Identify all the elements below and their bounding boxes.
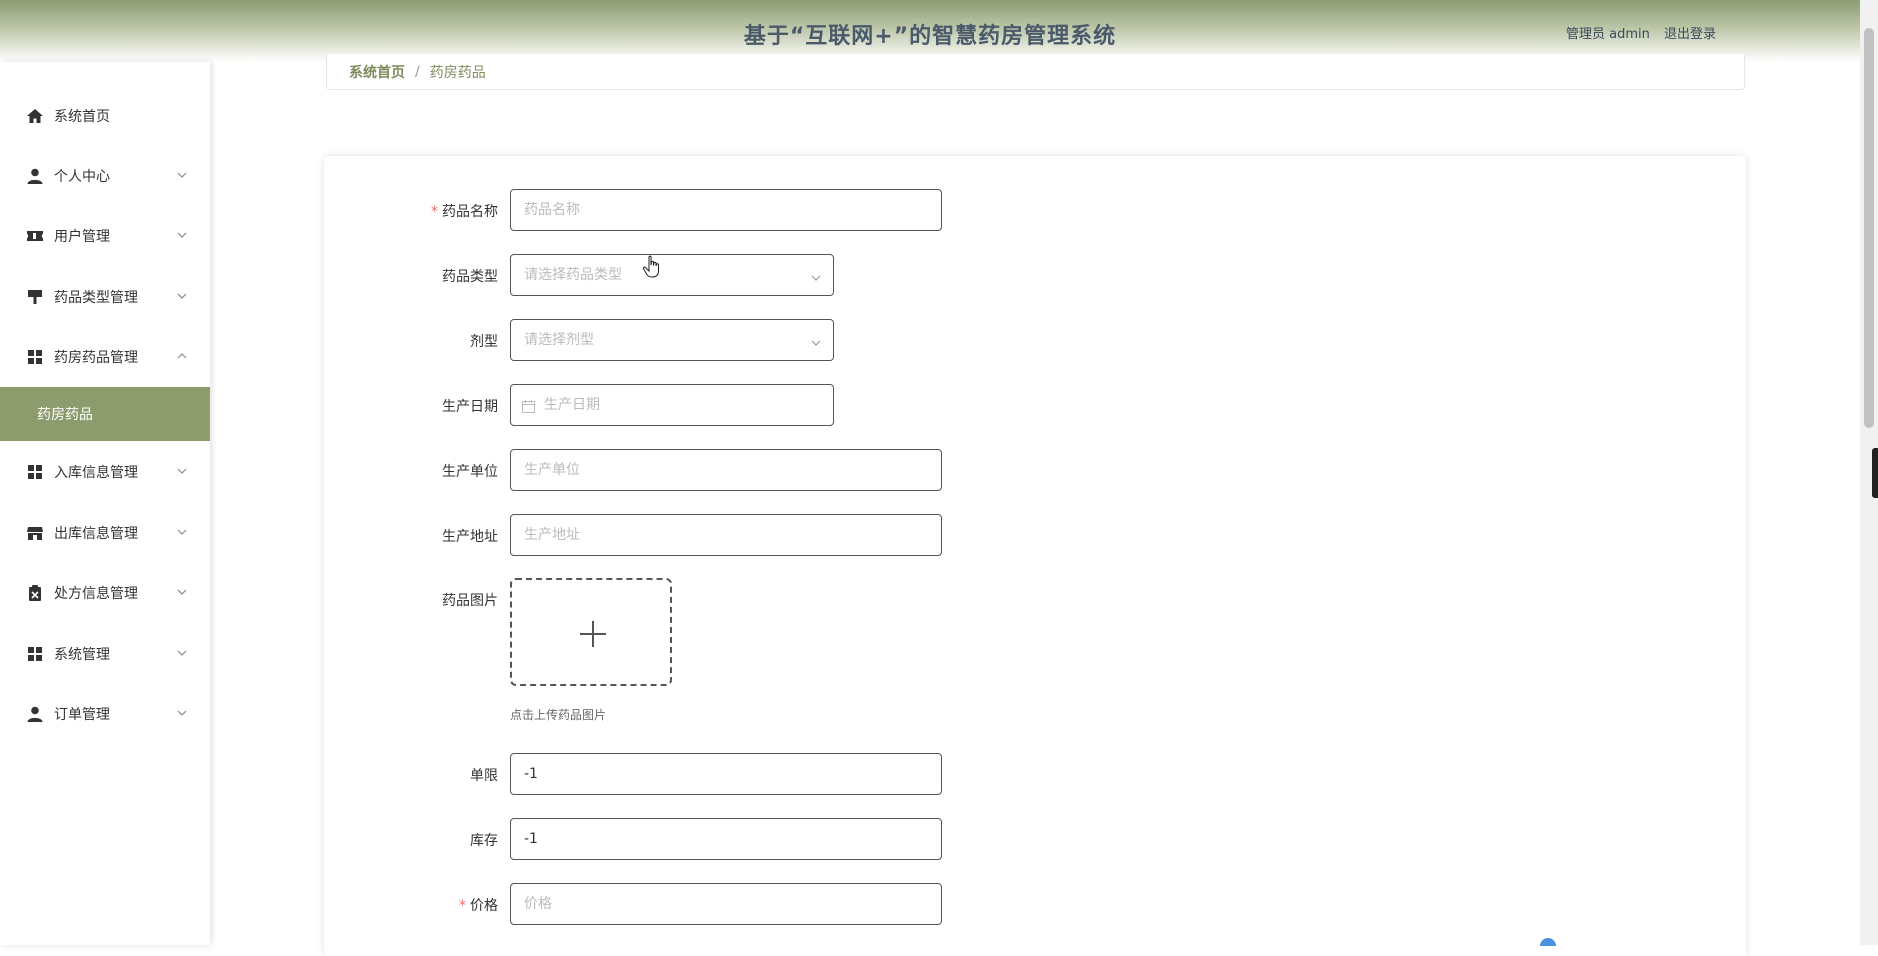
sidebar-item-label: 订单管理 [54, 707, 110, 723]
side-drawer-handle[interactable] [1872, 448, 1878, 498]
price-label: * 价格 [459, 895, 498, 915]
top-header: 基于“互联网+”的智慧药房管理系统 管理员 admin 退出登录 [0, 0, 1860, 62]
chevron-down-icon [176, 586, 188, 598]
sidebar-item-label: 药品类型管理 [54, 290, 138, 306]
grid-icon [26, 348, 44, 366]
sidebar-item-home[interactable]: 系统首页 [0, 96, 210, 136]
breadcrumb: 系统首页 / 药房药品 [326, 54, 1745, 90]
sidebar-item-personal-center[interactable]: 个人中心 [0, 156, 210, 196]
form-row-production-date: 生产日期 [324, 384, 1746, 428]
logout-link[interactable]: 退出登录 [1664, 27, 1716, 42]
chevron-down-icon [176, 647, 188, 659]
sidebar-item-drug-type-management[interactable]: 药品类型管理 [0, 277, 210, 317]
breadcrumb-separator: / [415, 63, 420, 80]
dosage-select[interactable] [510, 319, 834, 361]
upload-tip: 点击上传药品图片 [510, 708, 607, 722]
sidebar-item-label: 用户管理 [54, 229, 110, 245]
production-date-input[interactable] [510, 384, 834, 426]
drug-name-input[interactable] [510, 189, 942, 231]
plus-icon [578, 619, 608, 649]
required-mark: * [431, 204, 438, 220]
sidebar-item-order-management[interactable]: 订单管理 [0, 694, 210, 734]
price-input[interactable] [510, 883, 942, 925]
chevron-down-icon [176, 169, 188, 181]
manufacturer-label: 生产单位 [442, 464, 498, 480]
header-user-area: 管理员 admin 退出登录 [1556, 23, 1716, 42]
required-mark: * [459, 898, 466, 914]
form-row-limit: 单限 [324, 753, 1746, 797]
sidebar-item-inbound-management[interactable]: 入库信息管理 [0, 452, 210, 492]
sidebar-item-pharmacy-drug-management[interactable]: 药房药品管理 [0, 337, 210, 377]
production-date-label: 生产日期 [442, 399, 498, 415]
form-row-drug-type: 药品类型 [324, 254, 1746, 298]
drug-name-label: * 药品名称 [431, 201, 498, 221]
sidebar-item-label: 出库信息管理 [54, 526, 138, 542]
limit-label: 单限 [470, 768, 498, 784]
chevron-up-icon [176, 350, 188, 362]
shop-icon [26, 524, 44, 542]
sidebar-item-label: 系统首页 [54, 109, 110, 125]
grid-icon [26, 463, 44, 481]
sidebar: 系统首页 个人中心 用户管理 药品类型管理 药房药品管理 药房药品 入库信息管理… [0, 62, 210, 945]
drug-type-label: 药品类型 [442, 269, 498, 285]
home-icon [26, 107, 44, 125]
form-row-drug-name: * 药品名称 [324, 189, 1746, 233]
drug-type-select-wrap [510, 254, 834, 296]
sidebar-item-label: 处方信息管理 [54, 586, 138, 602]
manufacturer-input[interactable] [510, 449, 942, 491]
sidebar-item-outbound-management[interactable]: 出库信息管理 [0, 513, 210, 553]
chevron-down-icon [176, 526, 188, 538]
form-row-price: * 价格 [324, 883, 1746, 927]
address-input[interactable] [510, 514, 942, 556]
breadcrumb-home-link[interactable]: 系统首页 [349, 62, 405, 82]
admin-user-label: 管理员 admin [1565, 27, 1650, 42]
drug-type-select[interactable] [510, 254, 834, 296]
drug-name-label-text: 药品名称 [442, 204, 498, 220]
form-row-manufacturer: 生产单位 [324, 449, 1746, 493]
image-upload-button[interactable] [510, 578, 672, 686]
ticket-icon [26, 227, 44, 245]
chevron-down-icon [176, 707, 188, 719]
user-icon [26, 167, 44, 185]
form-row-drug-image: 药品图片 点击上传药品图片 [324, 578, 1746, 738]
form-row-address: 生产地址 [324, 514, 1746, 558]
sidebar-item-label: 药房药品管理 [54, 350, 138, 366]
form-row-dosage: 剂型 [324, 319, 1746, 363]
drug-image-label: 药品图片 [442, 593, 498, 609]
breadcrumb-current: 药房药品 [429, 64, 486, 81]
limit-input[interactable] [510, 753, 942, 795]
stock-input[interactable] [510, 818, 942, 860]
clipboard-icon [26, 584, 44, 602]
price-label-text: 价格 [470, 898, 498, 914]
sidebar-item-label: 入库信息管理 [54, 465, 138, 481]
dosage-label: 剂型 [470, 334, 498, 350]
sidebar-item-system-management[interactable]: 系统管理 [0, 634, 210, 674]
sidebar-item-label: 个人中心 [54, 169, 110, 185]
sidebar-item-prescription-management[interactable]: 处方信息管理 [0, 573, 210, 613]
chevron-down-icon [176, 290, 188, 302]
brush-icon [26, 288, 44, 306]
sidebar-item-label: 系统管理 [54, 647, 110, 663]
sidebar-item-user-management[interactable]: 用户管理 [0, 216, 210, 256]
drug-form-card: *药品名称 药品类型 剂型 生产日期 生产单位 [324, 156, 1746, 956]
chevron-down-icon [176, 229, 188, 241]
sidebar-subitem-pharmacy-drugs[interactable]: 药房药品 [0, 387, 210, 441]
address-label: 生产地址 [442, 529, 498, 545]
scrollbar-thumb[interactable] [1864, 28, 1874, 428]
production-date-wrap [510, 384, 834, 426]
user-icon [26, 705, 44, 723]
chevron-down-icon [176, 465, 188, 477]
form-row-stock: 库存 [324, 818, 1746, 862]
grid-icon [26, 645, 44, 663]
stock-label: 库存 [470, 833, 498, 849]
dosage-select-wrap [510, 319, 834, 361]
